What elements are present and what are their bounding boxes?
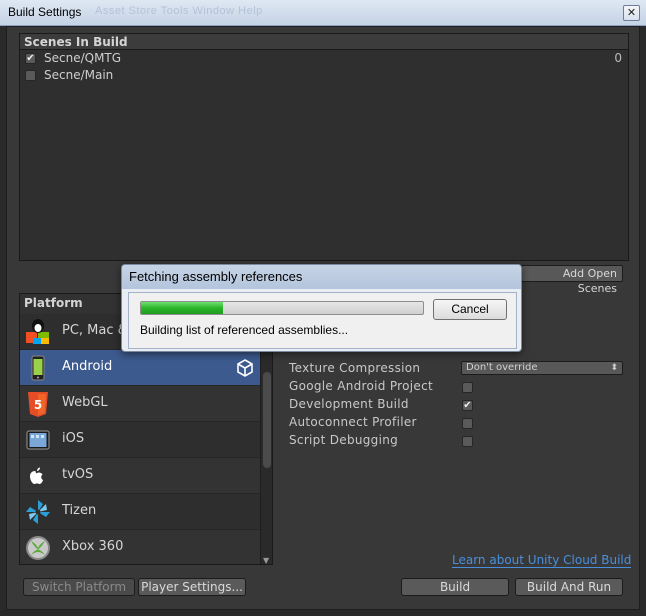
build-button[interactable]: Build	[401, 578, 509, 596]
google-android-project-checkbox[interactable]	[462, 382, 473, 393]
scrollbar-thumb[interactable]	[263, 372, 271, 468]
html5-icon: 5	[28, 392, 48, 417]
player-settings-button[interactable]: Player Settings...	[138, 578, 246, 596]
progress-bar	[140, 301, 424, 315]
scene-checkbox[interactable]	[25, 70, 36, 81]
scroll-down-arrow-icon[interactable]: ▼	[263, 556, 269, 564]
dropdown-arrows-icon: ⬍	[610, 363, 618, 373]
scenes-header: Scenes In Build	[20, 34, 628, 50]
platform-label: tvOS	[62, 467, 94, 482]
script-debugging-label: Script Debugging	[289, 433, 399, 447]
platform-label: Xbox 360	[62, 539, 124, 554]
texture-compression-dropdown[interactable]: Don't override ⬍	[461, 361, 623, 375]
build-and-run-button[interactable]: Build And Run	[515, 578, 623, 596]
scene-name: Secne/Main	[44, 68, 114, 82]
autoconnect-profiler-checkbox[interactable]	[462, 418, 473, 429]
apple-tv-icon	[30, 467, 43, 484]
platform-label: iOS	[62, 431, 85, 446]
close-button[interactable]: ✕	[623, 5, 640, 21]
scene-row[interactable]: Secne/Main	[20, 67, 628, 84]
progress-bar-fill	[141, 302, 223, 314]
scene-name: Secne/QMTG	[44, 51, 122, 65]
close-icon: ✕	[626, 6, 637, 19]
script-debugging-checkbox[interactable]	[462, 436, 473, 447]
platform-item-tvos[interactable]: tvOS	[20, 458, 260, 494]
progress-dialog-title: Fetching assembly references	[122, 265, 521, 289]
android-icon	[31, 355, 45, 381]
progress-dialog: Fetching assembly references Cancel Buil…	[121, 264, 522, 352]
platform-item-webgl[interactable]: 5 WebGL	[20, 386, 260, 422]
add-open-scenes-button[interactable]: Add Open Scenes	[521, 265, 623, 295]
scenes-in-build-list[interactable]: Scenes In Build ✔ Secne/QMTG 0 Secne/Mai…	[19, 33, 629, 261]
scene-checkbox[interactable]: ✔	[25, 53, 36, 64]
cloud-build-link[interactable]: Learn about Unity Cloud Build	[452, 553, 632, 568]
platform-label: Tizen	[62, 503, 97, 518]
window-title: Build Settings	[8, 5, 82, 19]
platform-item-xbox360[interactable]: Xbox 360	[20, 530, 260, 564]
cancel-button[interactable]: Cancel	[433, 299, 507, 320]
ios-icon	[26, 430, 50, 450]
texture-compression-label: Texture Compression	[289, 361, 421, 375]
platform-item-ios[interactable]: iOS	[20, 422, 260, 458]
progress-status-text: Building list of referenced assemblies..…	[140, 323, 349, 337]
background-menu-ghost: Asset Store Tools Window Help	[95, 5, 263, 17]
google-android-project-label: Google Android Project	[289, 379, 433, 393]
autoconnect-profiler-label: Autoconnect Profiler	[289, 415, 417, 429]
progress-dialog-body: Cancel Building list of referenced assem…	[128, 292, 517, 349]
unity-active-platform-icon	[237, 359, 253, 377]
scene-index: 0	[614, 51, 622, 65]
pc-mac-linux-icon	[26, 319, 49, 344]
development-build-checkbox[interactable]: ✔	[462, 400, 473, 411]
platform-item-android[interactable]: Android	[20, 350, 260, 386]
tizen-icon	[26, 500, 50, 524]
platform-label: WebGL	[62, 395, 108, 410]
svg-text:5: 5	[34, 398, 42, 412]
xbox-icon	[26, 536, 50, 560]
scene-row[interactable]: ✔ Secne/QMTG 0	[20, 50, 628, 67]
platform-item-tizen[interactable]: Tizen	[20, 494, 260, 530]
development-build-label: Development Build	[289, 397, 409, 411]
switch-platform-button[interactable]: Switch Platform	[23, 578, 135, 596]
texture-compression-value: Don't override	[466, 362, 538, 373]
platform-label: Android	[62, 359, 113, 374]
window-titlebar: Asset Store Tools Window Help Build Sett…	[0, 0, 646, 26]
